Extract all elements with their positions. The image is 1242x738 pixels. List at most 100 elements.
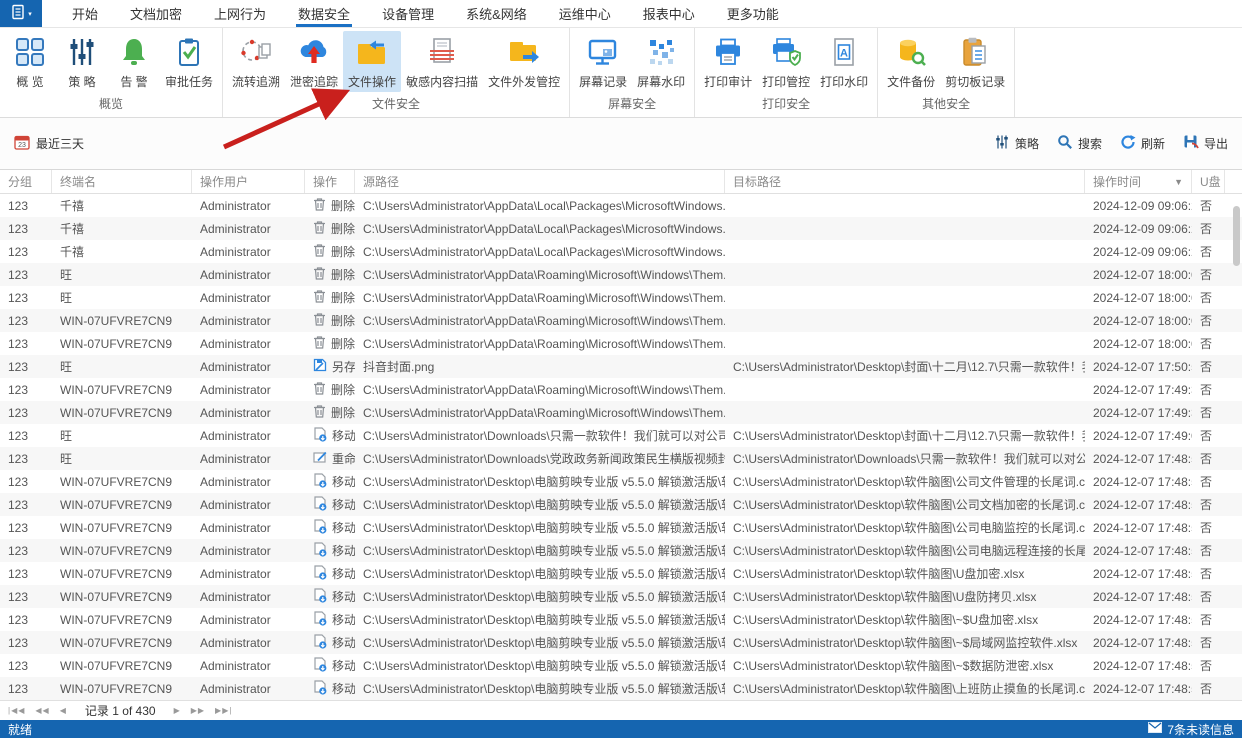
- column-header[interactable]: 操作用户: [192, 170, 305, 193]
- time-cell: 2024-12-07 17:48:57: [1085, 677, 1192, 700]
- ribbon-button[interactable]: 屏幕水印: [632, 31, 690, 92]
- column-header[interactable]: 源路径: [355, 170, 725, 193]
- table-row[interactable]: 123WIN-07UFVRE7CN9Administrator删除C:\User…: [0, 378, 1242, 401]
- ribbon-button[interactable]: 审批任务: [160, 31, 218, 92]
- menu-tab-4[interactable]: 数据安全: [282, 0, 366, 27]
- menu-tab-9[interactable]: 更多功能: [711, 0, 795, 27]
- pager-first-button[interactable]: |◀◀: [8, 706, 25, 715]
- ribbon-button[interactable]: 剪切板记录: [940, 31, 1010, 92]
- table-row[interactable]: 123WIN-07UFVRE7CN9Administrator删除C:\User…: [0, 401, 1242, 424]
- ribbon-button[interactable]: 打印审计: [699, 31, 757, 92]
- column-header[interactable]: 目标路径: [725, 170, 1085, 193]
- column-header[interactable]: 分组: [0, 170, 52, 193]
- time-cell: 2024-12-07 18:00:01: [1085, 263, 1192, 286]
- ribbon-button[interactable]: A打印水印: [815, 31, 873, 92]
- table-row[interactable]: 123WIN-07UFVRE7CN9Administrator移动C:\User…: [0, 585, 1242, 608]
- table-row[interactable]: 123旺Administrator另存为抖音封面.pngC:\Users\Adm…: [0, 355, 1242, 378]
- menu-tab-5[interactable]: 设备管理: [366, 0, 450, 27]
- source-path-cell: C:\Users\Administrator\Desktop\电脑剪映专业版 v…: [355, 470, 725, 493]
- table-row[interactable]: 123WIN-07UFVRE7CN9Administrator移动C:\User…: [0, 539, 1242, 562]
- ribbon-group-label: 屏幕安全: [574, 93, 690, 117]
- menu-tab-1[interactable]: 开始: [56, 0, 114, 27]
- menu-tab-2[interactable]: 文档加密: [114, 0, 198, 27]
- ribbon-button[interactable]: 泄密追踪: [285, 31, 343, 92]
- unread-messages-button[interactable]: 7条未读信息: [1148, 721, 1234, 738]
- ribbon-button[interactable]: 屏幕记录: [574, 31, 632, 92]
- menu-tab-7[interactable]: 运维中心: [543, 0, 627, 27]
- date-range-label: 最近三天: [36, 135, 84, 152]
- vertical-scrollbar[interactable]: [1233, 206, 1240, 266]
- pager-next-page-button[interactable]: ▶▶: [191, 706, 205, 715]
- menu-tab-3[interactable]: 上网行为: [198, 0, 282, 27]
- table-row[interactable]: 123旺Administrator重命名C:\Users\Administrat…: [0, 447, 1242, 470]
- table-row[interactable]: 123WIN-07UFVRE7CN9Administrator移动C:\User…: [0, 493, 1242, 516]
- pager-last-button[interactable]: ▶▶|: [215, 706, 232, 715]
- source-path-cell: C:\Users\Administrator\AppData\Roaming\M…: [355, 401, 725, 424]
- terminal-cell: 千禧: [52, 194, 192, 217]
- table-row[interactable]: 123WIN-07UFVRE7CN9Administrator删除C:\User…: [0, 332, 1242, 355]
- target-path-cell: C:\Users\Administrator\Desktop\软件脑图\公司文件…: [725, 470, 1085, 493]
- date-range-filter[interactable]: 23 最近三天: [14, 134, 84, 153]
- ribbon-button-label: 文件外发管控: [488, 73, 560, 90]
- ribbon-button[interactable]: 文件外发管控: [483, 31, 565, 92]
- operation-label: 移动: [332, 496, 355, 513]
- ribbon-button-label: 屏幕记录: [579, 73, 627, 90]
- table-row[interactable]: 123千禧Administrator删除C:\Users\Administrat…: [0, 194, 1242, 217]
- operation-label: 移动: [332, 519, 355, 536]
- table-row[interactable]: 123WIN-07UFVRE7CN9Administrator移动C:\User…: [0, 608, 1242, 631]
- sort-desc-icon[interactable]: ▼: [1168, 177, 1183, 187]
- table-row[interactable]: 123WIN-07UFVRE7CN9Administrator移动C:\User…: [0, 516, 1242, 539]
- pager-next-button[interactable]: ▶: [174, 706, 181, 715]
- move-icon: [313, 565, 327, 583]
- table-row[interactable]: 123旺Administrator删除C:\Users\Administrato…: [0, 286, 1242, 309]
- table-row[interactable]: 123旺Administrator删除C:\Users\Administrato…: [0, 263, 1242, 286]
- user-cell: Administrator: [192, 194, 305, 217]
- ribbon-button[interactable]: 告 警: [108, 31, 160, 92]
- menu-bar: ▾ 开始文档加密上网行为数据安全设备管理系统&网络运维中心报表中心更多功能: [0, 0, 1242, 28]
- table-row[interactable]: 123WIN-07UFVRE7CN9Administrator移动C:\User…: [0, 562, 1242, 585]
- table-row[interactable]: 123千禧Administrator删除C:\Users\Administrat…: [0, 240, 1242, 263]
- pager-prev-page-button[interactable]: ◀◀: [35, 706, 49, 715]
- menu-tabs: 开始文档加密上网行为数据安全设备管理系统&网络运维中心报表中心更多功能: [56, 0, 795, 27]
- operation-cell: 删除: [305, 378, 355, 401]
- ribbon-button[interactable]: 策 略: [56, 31, 108, 92]
- menu-tab-6[interactable]: 系统&网络: [450, 0, 543, 27]
- ribbon-button[interactable]: 打印管控: [757, 31, 815, 92]
- target-path-cell: [725, 401, 1085, 424]
- target-path-cell: [725, 194, 1085, 217]
- table-row[interactable]: 123千禧Administrator删除C:\Users\Administrat…: [0, 217, 1242, 240]
- group-cell: 123: [0, 493, 52, 516]
- app-menu-button[interactable]: ▾: [0, 0, 42, 27]
- terminal-cell: 旺: [52, 447, 192, 470]
- table-row[interactable]: 123WIN-07UFVRE7CN9Administrator移动C:\User…: [0, 631, 1242, 654]
- table-row[interactable]: 123WIN-07UFVRE7CN9Administrator移动C:\User…: [0, 654, 1242, 677]
- export-icon: [1183, 134, 1199, 153]
- target-path-cell: [725, 332, 1085, 355]
- file-outgoing-icon: [507, 35, 541, 69]
- toolbar-action[interactable]: 导出: [1183, 134, 1228, 153]
- group-cell: 123: [0, 240, 52, 263]
- print-watermark-icon: A: [827, 35, 861, 69]
- toolbar-action[interactable]: 策略: [994, 134, 1039, 153]
- column-header[interactable]: 操作: [305, 170, 355, 193]
- ribbon-button[interactable]: 概 览: [4, 31, 56, 92]
- column-header-label: 操作用户: [200, 173, 248, 190]
- toolbar-action[interactable]: 搜索: [1057, 134, 1102, 153]
- pager-prev-button[interactable]: ◀: [60, 706, 67, 715]
- ribbon-button[interactable]: 敏感内容扫描: [401, 31, 483, 92]
- ribbon-button[interactable]: 文件备份: [882, 31, 940, 92]
- trash-icon: [313, 266, 326, 283]
- table-row[interactable]: 123WIN-07UFVRE7CN9Administrator移动C:\User…: [0, 677, 1242, 700]
- column-header[interactable]: U盘: [1192, 170, 1225, 193]
- ribbon-button[interactable]: 流转追溯: [227, 31, 285, 92]
- usb-cell: 否: [1192, 654, 1225, 677]
- ribbon-button[interactable]: 文件操作: [343, 31, 401, 92]
- column-header[interactable]: 终端名: [52, 170, 192, 193]
- column-header[interactable]: 操作时间▼: [1085, 170, 1192, 193]
- table-row[interactable]: 123WIN-07UFVRE7CN9Administrator移动C:\User…: [0, 470, 1242, 493]
- toolbar-action[interactable]: 刷新: [1120, 134, 1165, 153]
- menu-tab-8[interactable]: 报表中心: [627, 0, 711, 27]
- source-path-cell: C:\Users\Administrator\AppData\Roaming\M…: [355, 286, 725, 309]
- table-row[interactable]: 123WIN-07UFVRE7CN9Administrator删除C:\User…: [0, 309, 1242, 332]
- table-row[interactable]: 123旺Administrator移动C:\Users\Administrato…: [0, 424, 1242, 447]
